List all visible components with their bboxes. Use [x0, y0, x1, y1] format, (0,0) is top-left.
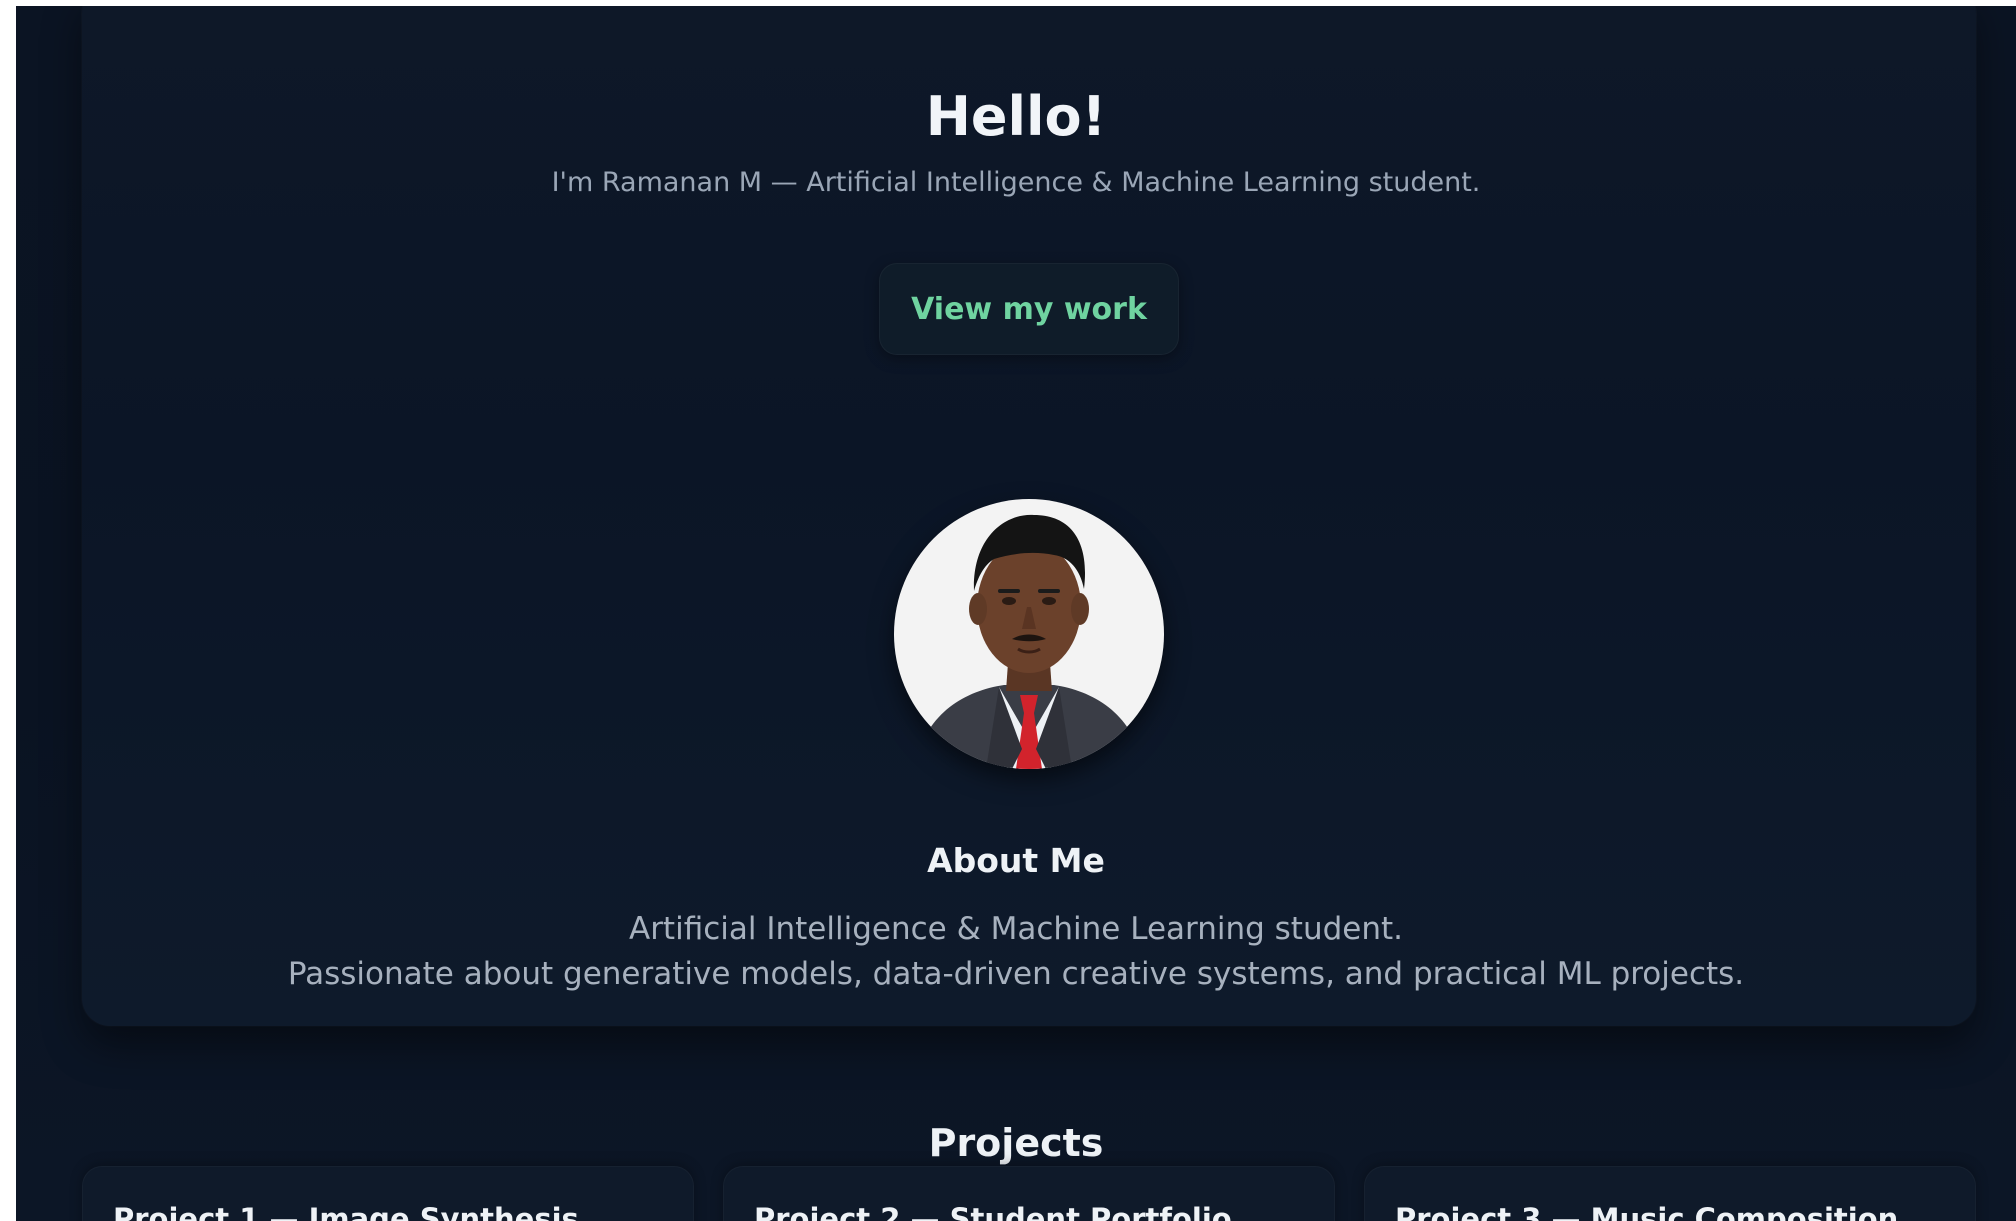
- about-line-1: Artificial Intelligence & Machine Learni…: [628, 911, 1404, 947]
- profile-photo-icon: [894, 499, 1164, 769]
- hero-title: Hello!: [925, 85, 1107, 149]
- about-line-2: Passionate about generative models, data…: [287, 956, 1745, 992]
- project-name: Project 1 — Image Synthesis: [113, 1202, 579, 1221]
- view-my-work-button[interactable]: View my work: [879, 263, 1179, 355]
- projects-title: Projects: [928, 1120, 1104, 1165]
- hero-subtitle: I'm Ramanan M — Artificial Intelligence …: [551, 167, 1481, 198]
- project-name: Project 2 — Student Portfolio: [754, 1202, 1232, 1221]
- project-card-2[interactable]: Project 2 — Student Portfolio: [723, 1166, 1335, 1221]
- project-card-1[interactable]: Project 1 — Image Synthesis: [82, 1166, 694, 1221]
- project-card-3[interactable]: Project 3 — Music Composition: [1364, 1166, 1976, 1221]
- project-name: Project 3 — Music Composition: [1395, 1202, 1899, 1221]
- about-title: About Me: [927, 841, 1105, 881]
- page-viewport: Hello! I'm Ramanan M — Artificial Intell…: [16, 6, 2016, 1221]
- avatar: [894, 499, 1164, 769]
